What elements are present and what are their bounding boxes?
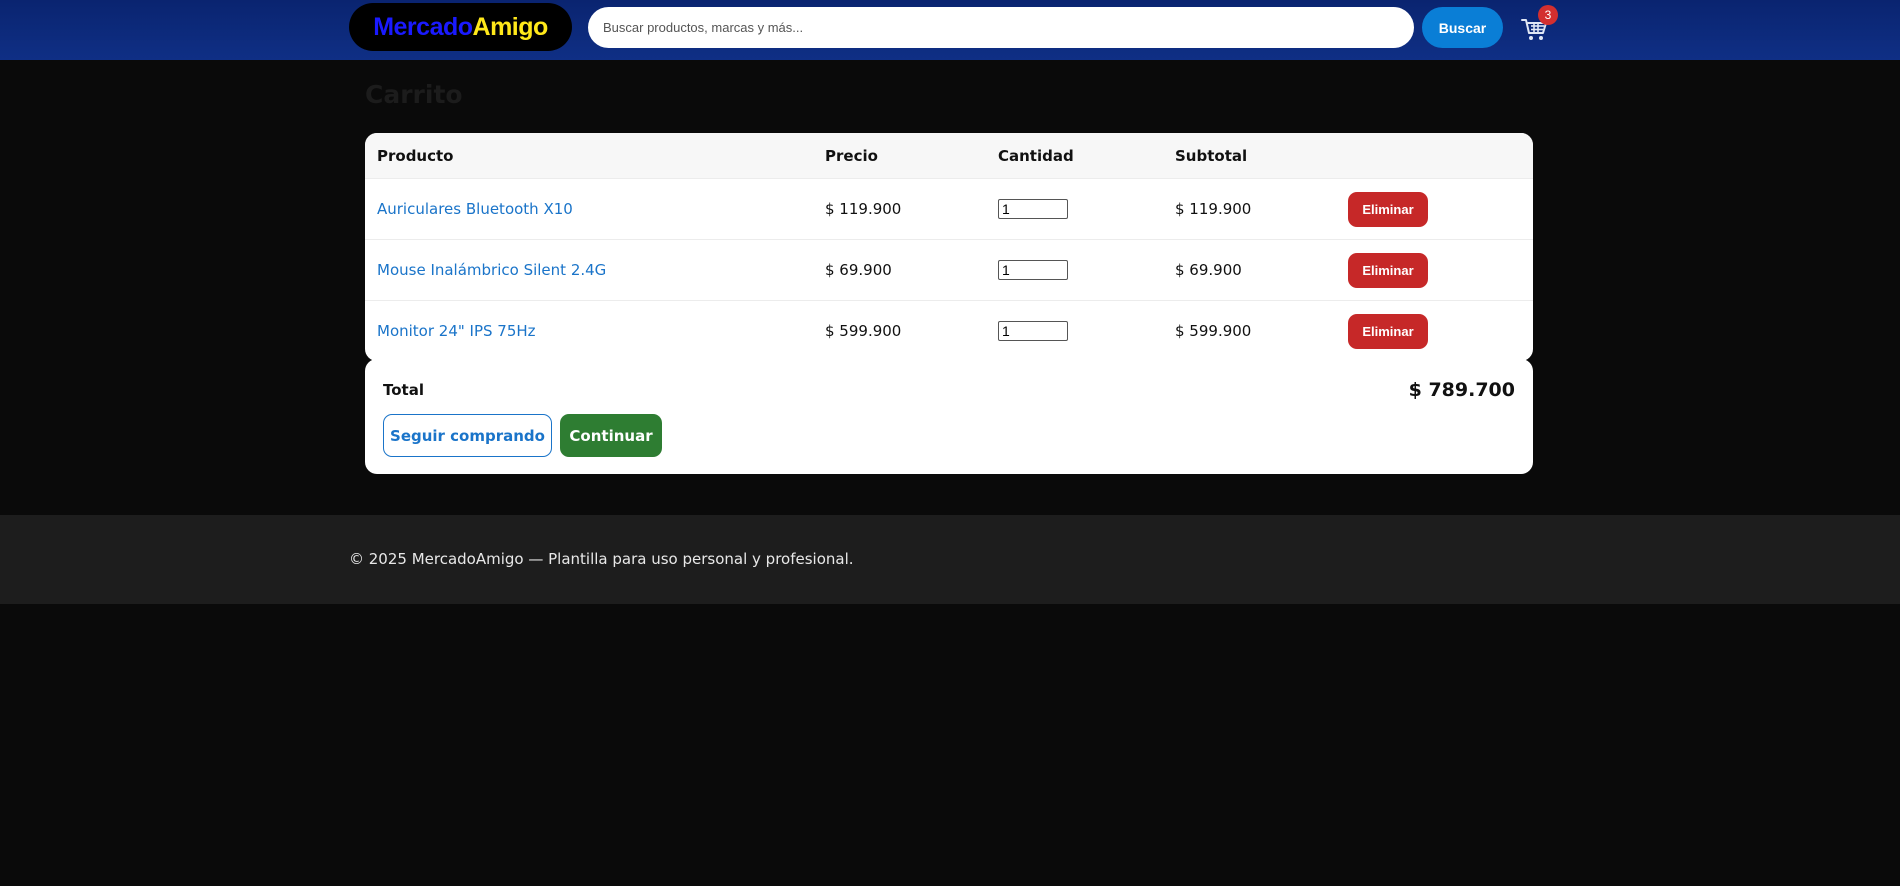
subtotal-cell: $ 119.900 xyxy=(1175,200,1252,218)
price-cell: $ 69.900 xyxy=(825,261,892,279)
column-header-price: Precio xyxy=(825,146,878,165)
search-input[interactable] xyxy=(588,7,1414,48)
page-title: Carrito xyxy=(365,80,463,109)
product-link[interactable]: Mouse Inalámbrico Silent 2.4G xyxy=(377,261,606,279)
table-row: Mouse Inalámbrico Silent 2.4G $ 69.900 $… xyxy=(365,239,1533,300)
delete-button[interactable]: Eliminar xyxy=(1348,191,1428,227)
total-value: $ 789.700 xyxy=(1408,379,1515,401)
product-link[interactable]: Auriculares Bluetooth X10 xyxy=(377,200,573,218)
delete-button[interactable]: Eliminar xyxy=(1348,252,1428,288)
product-link[interactable]: Monitor 24" IPS 75Hz xyxy=(377,322,536,340)
footer: © 2025 MercadoAmigo — Plantilla para uso… xyxy=(0,515,1900,604)
search-button[interactable]: Buscar xyxy=(1422,7,1503,48)
quantity-input[interactable] xyxy=(998,321,1068,341)
totals-panel: Total $ 789.700 Seguir comprando Continu… xyxy=(365,359,1533,474)
cart-table: Producto Precio Cantidad Subtotal Auricu… xyxy=(365,133,1533,361)
table-row: Auriculares Bluetooth X10 $ 119.900 $ 11… xyxy=(365,178,1533,239)
column-header-product: Producto xyxy=(377,146,454,165)
footer-text: © 2025 MercadoAmigo — Plantilla para uso… xyxy=(349,550,854,568)
column-header-subtotal: Subtotal xyxy=(1175,146,1248,165)
cart-count-badge: 3 xyxy=(1538,5,1558,25)
top-header: MercadoAmigo Buscar 3 xyxy=(0,0,1900,60)
price-cell: $ 599.900 xyxy=(825,322,902,340)
total-label: Total xyxy=(383,381,424,399)
table-header-row: Producto Precio Cantidad Subtotal xyxy=(365,133,1533,178)
logo-part-amigo: Amigo xyxy=(472,12,549,41)
column-header-quantity: Cantidad xyxy=(998,146,1074,165)
subtotal-cell: $ 69.900 xyxy=(1175,261,1242,279)
continue-button[interactable]: Continuar xyxy=(560,414,662,457)
logo-part-mercado: Mercado xyxy=(373,12,473,41)
table-row: Monitor 24" IPS 75Hz $ 599.900 $ 599.900… xyxy=(365,300,1533,361)
subtotal-cell: $ 599.900 xyxy=(1175,322,1252,340)
quantity-input[interactable] xyxy=(998,260,1068,280)
delete-button[interactable]: Eliminar xyxy=(1348,313,1428,349)
keep-shopping-button[interactable]: Seguir comprando xyxy=(383,414,552,457)
quantity-input[interactable] xyxy=(998,199,1068,219)
logo[interactable]: Mercado Amigo xyxy=(349,3,572,51)
price-cell: $ 119.900 xyxy=(825,200,902,218)
